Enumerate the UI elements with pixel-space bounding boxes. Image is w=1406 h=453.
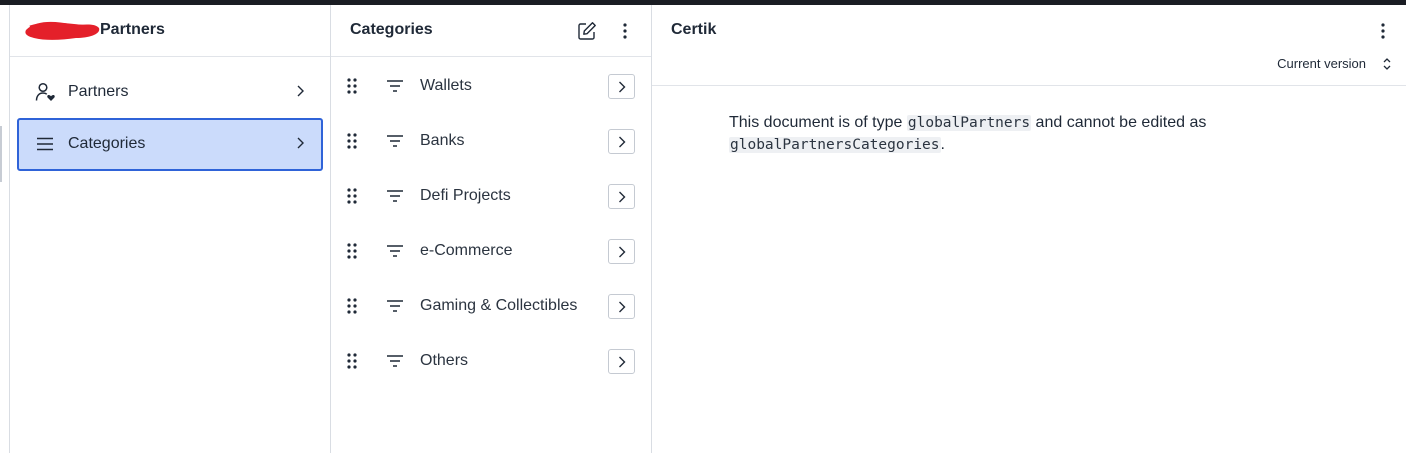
chevron-right-icon (619, 136, 626, 148)
document-type-message: This document is of type globalPartners … (729, 112, 1289, 156)
open-item-button[interactable] (608, 294, 635, 319)
list-item[interactable]: e-Commerce (331, 223, 651, 278)
filter-lines-icon (387, 300, 403, 312)
open-item-button[interactable] (608, 349, 635, 374)
message-suffix: . (940, 136, 945, 153)
categories-pane-header: Categories (331, 5, 651, 57)
open-item-button[interactable] (608, 129, 635, 154)
list-item[interactable]: Wallets (331, 58, 651, 113)
drag-handle-icon[interactable] (345, 77, 359, 95)
left-rail (0, 5, 10, 453)
drag-handle-icon[interactable] (345, 187, 359, 205)
nav-item-categories[interactable]: Categories (17, 118, 323, 171)
document-title: Certik (671, 21, 717, 38)
chevron-right-icon (619, 81, 626, 93)
category-label: e-Commerce (420, 242, 513, 259)
list-item[interactable]: Gaming & Collectibles (331, 278, 651, 333)
chevron-right-icon (619, 191, 626, 203)
drag-handle-icon[interactable] (345, 352, 359, 370)
target-type-code: globalPartnersCategories (729, 137, 941, 153)
category-label: Defi Projects (420, 187, 511, 204)
drag-handle-icon[interactable] (345, 242, 359, 260)
rail-marker (0, 126, 2, 182)
category-label: Gaming & Collectibles (420, 297, 578, 314)
more-vertical-icon[interactable] (1372, 20, 1394, 42)
drag-handle-icon[interactable] (345, 132, 359, 150)
chevron-right-icon (619, 301, 626, 313)
drag-handle-icon[interactable] (345, 297, 359, 315)
filter-lines-icon (387, 80, 403, 92)
list-item[interactable]: Others (331, 333, 651, 388)
filter-lines-icon (387, 245, 403, 257)
document-pane: Certik Current version This document is … (652, 5, 1406, 453)
categories-pane-title: Categories (350, 21, 433, 38)
filter-lines-icon (387, 135, 403, 147)
category-label: Wallets (420, 77, 472, 94)
open-item-button[interactable] (608, 74, 635, 99)
nav-item-label: Categories (68, 135, 146, 152)
version-selector[interactable]: Current version (1277, 56, 1366, 71)
open-item-button[interactable] (608, 184, 635, 209)
structure-pane-header: Partners (10, 5, 330, 57)
filter-lines-icon (387, 355, 403, 367)
nav-item-label: Partners (68, 83, 129, 100)
category-label: Others (420, 352, 469, 369)
list-item[interactable]: Banks (331, 113, 651, 168)
person-heart-icon (35, 82, 55, 101)
edit-icon[interactable] (576, 20, 598, 42)
nav-item-partners[interactable]: Partners (17, 66, 323, 119)
chevron-right-icon (297, 137, 304, 149)
menu-lines-icon (37, 137, 53, 151)
more-vertical-icon[interactable] (614, 20, 636, 42)
category-label: Banks (420, 132, 465, 149)
open-item-button[interactable] (608, 239, 635, 264)
chevron-right-icon (297, 85, 304, 97)
workspace-title: Partners (100, 21, 165, 38)
chevron-up-down-icon[interactable] (1381, 56, 1393, 72)
message-prefix: This document is of type (729, 114, 903, 131)
filter-lines-icon (387, 190, 403, 202)
chevron-right-icon (619, 356, 626, 368)
document-pane-header: Certik Current version (652, 5, 1406, 86)
structure-pane: Partners Partners Categories (10, 5, 331, 453)
list-item[interactable]: Defi Projects (331, 168, 651, 223)
document-type-code: globalPartners (906, 115, 1032, 131)
categories-pane: Categories Wallets Banks Defi Projects e… (331, 5, 652, 453)
redaction-mark (25, 21, 100, 40)
chevron-right-icon (619, 246, 626, 258)
message-middle: and cannot be edited as (1035, 114, 1207, 131)
